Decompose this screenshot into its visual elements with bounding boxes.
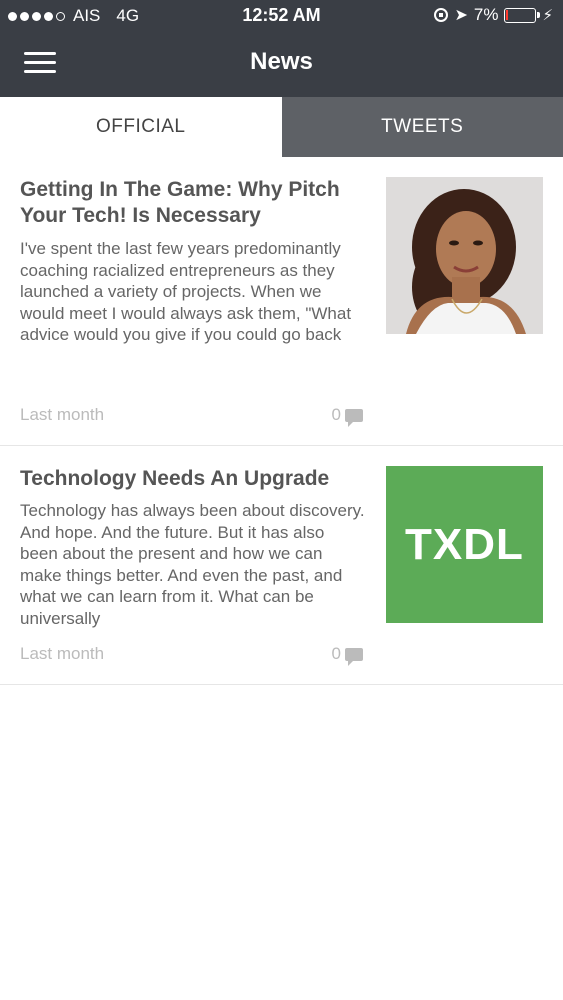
tab-official[interactable]: OFFICIAL	[0, 97, 282, 157]
battery-level-fill	[506, 9, 509, 20]
battery-percent: 7%	[473, 5, 499, 24]
status-right: ➤ 7% ⚡	[434, 5, 553, 25]
article-item[interactable]: Getting In The Game: Why Pitch Your Tech…	[0, 157, 563, 446]
status-bar: AIS 4G 12:52 AM ➤ 7% ⚡	[0, 0, 563, 32]
article-excerpt: I've spent the last few years predominan…	[20, 239, 352, 344]
page-title: News	[250, 48, 313, 75]
article-title: Getting In The Game: Why Pitch Your Tech…	[20, 178, 340, 227]
article-thumbnail-portrait[interactable]	[386, 177, 543, 334]
article-date: Last month	[20, 405, 105, 424]
rotation-lock-icon	[434, 8, 449, 22]
news-screen: AIS 4G 12:52 AM ➤ 7% ⚡ News OFFICIAL TWE…	[0, 0, 563, 1000]
location-arrow-icon: ➤	[454, 7, 468, 24]
article-excerpt: Technology has always been about discove…	[20, 501, 365, 628]
txdl-logo-text: TXDL	[405, 519, 524, 569]
comment-count-value: 0	[331, 405, 341, 424]
article-title: Technology Needs An Upgrade	[20, 467, 330, 490]
article-meta: Last month 0	[20, 405, 365, 427]
article-thumbnail-txdl-logo[interactable]: TXDL	[386, 466, 543, 623]
article-meta: Last month 0	[20, 644, 365, 666]
article-date: Last month	[20, 644, 105, 663]
comment-count-value: 0	[331, 644, 341, 663]
article-text: Technology Needs An Upgrade Technology h…	[20, 466, 365, 629]
battery-icon	[504, 7, 541, 23]
tab-bar: OFFICIAL TWEETS	[0, 97, 563, 157]
tab-tweets[interactable]: TWEETS	[281, 97, 563, 157]
charging-bolt-icon: ⚡	[542, 7, 553, 24]
portrait-photo	[386, 177, 543, 334]
comment-icon	[345, 647, 363, 666]
article-item[interactable]: Technology Needs An Upgrade Technology h…	[0, 446, 563, 685]
comment-count[interactable]: 0	[331, 405, 363, 427]
article-list: Getting In The Game: Why Pitch Your Tech…	[0, 157, 563, 685]
comment-count[interactable]: 0	[331, 644, 363, 666]
article-text: Getting In The Game: Why Pitch Your Tech…	[20, 177, 365, 346]
top-bar: AIS 4G 12:52 AM ➤ 7% ⚡ News	[0, 0, 563, 97]
comment-icon	[345, 408, 363, 427]
